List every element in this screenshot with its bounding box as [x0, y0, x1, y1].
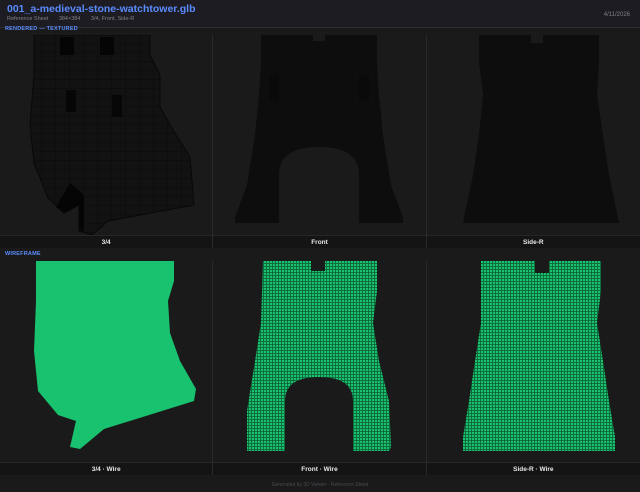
- rendered-view-34: 3/4: [0, 35, 214, 248]
- tower-side-render: [462, 35, 619, 223]
- sheet-subline: Reference Sheet 384×384 3/4, Front, Side…: [7, 16, 143, 22]
- tower-front-render: [235, 35, 404, 223]
- view-caption: Front · Wire: [213, 462, 426, 475]
- view-caption: Side-R: [426, 235, 640, 248]
- wire-view-side: Side-R · Wire: [426, 261, 640, 475]
- tower-side-wire: [462, 261, 615, 451]
- wire-view-34: 3/4 · Wire: [0, 261, 214, 475]
- rendered-row: 3/4 Front Side-R: [0, 35, 640, 248]
- file-title: 001_a-medieval-stone-watchtower.glb: [7, 3, 196, 15]
- sheet-date: 4/11/2026: [603, 12, 630, 18]
- sheet-label: Reference Sheet: [7, 16, 49, 22]
- view-caption: 3/4: [0, 235, 213, 248]
- rendered-view-front: Front: [213, 35, 427, 248]
- rendered-section-label: RENDERED — TEXTURED: [5, 26, 78, 32]
- rendered-view-side: Side-R: [426, 35, 640, 248]
- sheet-footer: Generated by 3D Viewer · Reference Sheet: [0, 477, 640, 492]
- sheet-header: 001_a-medieval-stone-watchtower.glb Refe…: [0, 0, 640, 28]
- views-summary: 3/4, Front, Side-R: [90, 16, 135, 22]
- tower-34-render: [29, 35, 195, 235]
- view-caption: 3/4 · Wire: [0, 462, 213, 475]
- wire-view-front: Front · Wire: [213, 261, 427, 475]
- tower-front-wire: [247, 261, 392, 451]
- wireframe-row: 3/4 · Wire Front · Wire Side-R · Wire: [0, 261, 640, 475]
- view-caption: Side-R · Wire: [426, 462, 640, 475]
- view-caption: Front: [213, 235, 426, 248]
- resolution-label: 384×384: [58, 16, 81, 22]
- wireframe-section-label: WIREFRAME: [5, 251, 41, 257]
- tower-34-wire: [34, 261, 196, 449]
